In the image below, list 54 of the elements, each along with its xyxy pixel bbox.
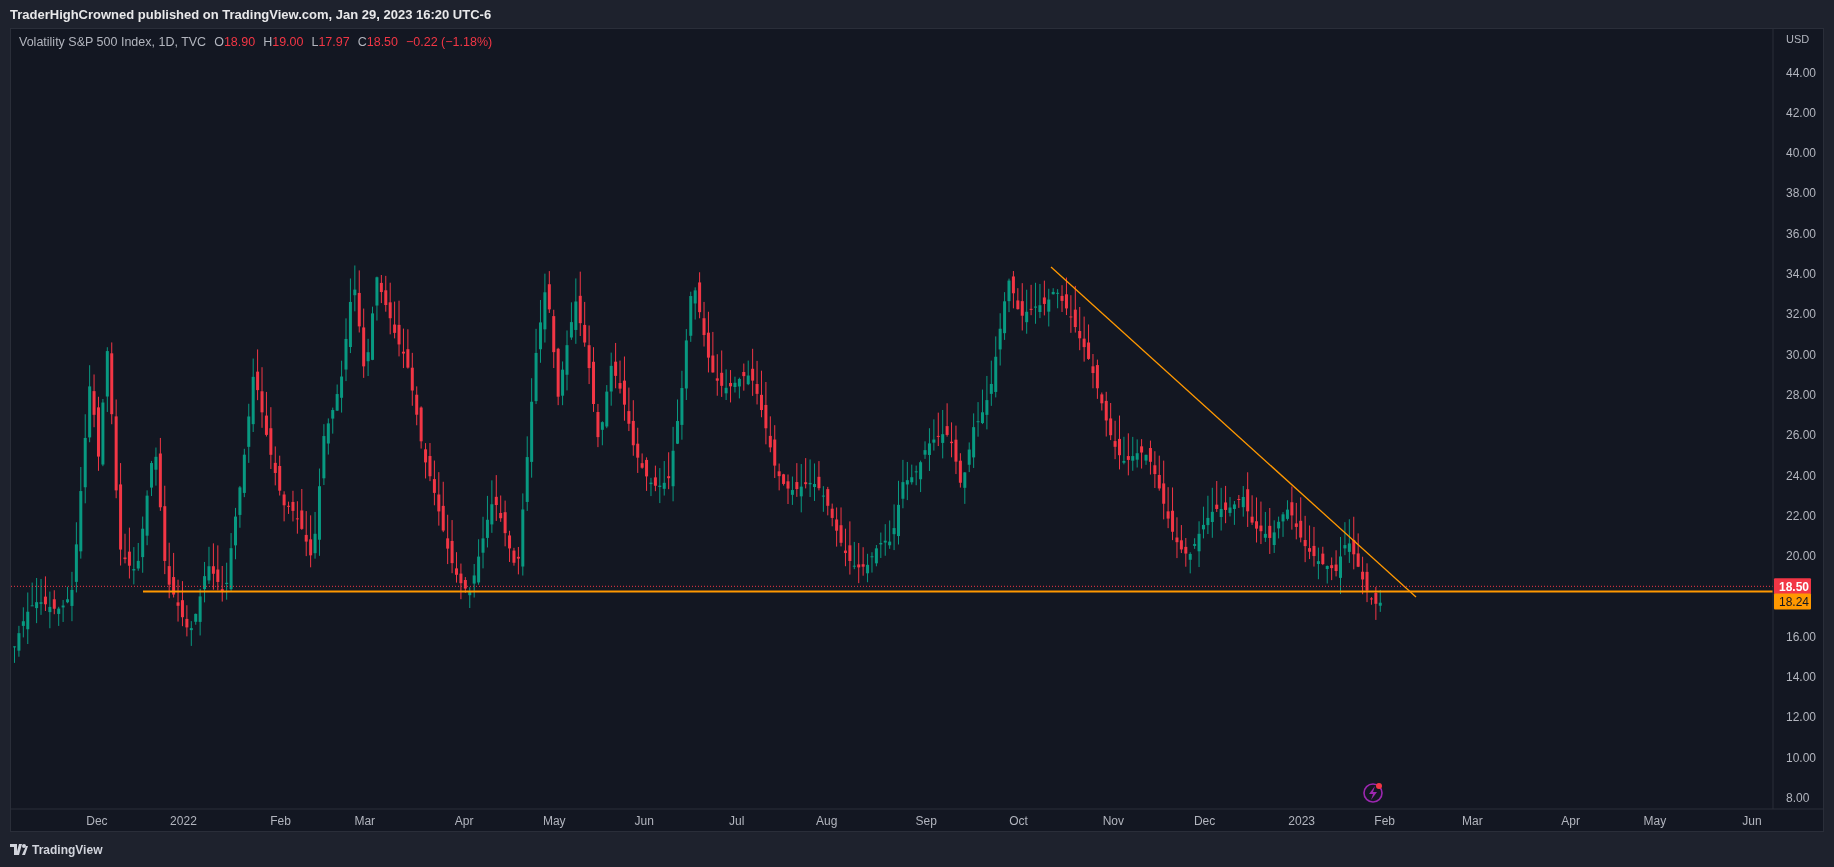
ohlc-value: 18.50 [366, 35, 398, 49]
ohlc-label: H [263, 35, 273, 49]
price-tick: 8.00 [1786, 790, 1810, 805]
brand-name: TradingView [32, 842, 103, 857]
time-tick: Jul [729, 814, 745, 828]
price-tick: 28.00 [1786, 387, 1817, 402]
logo-icon [10, 844, 28, 855]
publish-info: TraderHighCrowned published on TradingView.com, Jan 29, 2023 16:20 UTC-6 [10, 6, 492, 22]
time-tick: Oct [1009, 814, 1028, 828]
time-tick: May [542, 814, 566, 828]
time-tick: Sep [915, 814, 937, 828]
price-tick: 16.00 [1786, 629, 1817, 644]
time-tick: Dec [1193, 814, 1216, 828]
ohlc-label: O [214, 35, 224, 49]
price-tick: 22.00 [1786, 508, 1817, 523]
price-tick: 34.00 [1786, 267, 1817, 281]
ohlc-label: L [311, 35, 319, 49]
price-tick: 42.00 [1786, 105, 1817, 120]
last-price-tag: 18.50 [1774, 578, 1811, 595]
time-tick: Apr [454, 814, 474, 828]
time-tick: Mar [1462, 814, 1483, 828]
price-tick: 26.00 [1786, 428, 1817, 443]
ohlc-value: 18.90 [223, 35, 256, 49]
price-change: −0.22 (−1.18%) [406, 35, 493, 49]
trend-line[interactable] [1050, 266, 1417, 598]
price-tick: 10.00 [1786, 750, 1817, 765]
time-tick: Jun [634, 814, 654, 828]
price-tick: 38.00 [1786, 186, 1817, 201]
symbol-title: Volatility S&P 500 Index, 1D, TVC [19, 35, 207, 49]
lightning-icon[interactable] [1363, 783, 1383, 803]
time-tick: Nov [1102, 814, 1124, 828]
ohlc-value: 19.00 [272, 35, 304, 49]
price-tick: 14.00 [1786, 670, 1817, 684]
time-tick: Feb [270, 814, 291, 828]
price-tick: 12.00 [1786, 710, 1817, 725]
time-tick: Feb [1374, 814, 1396, 828]
time-tick: Jun [1742, 814, 1762, 828]
time-tick: Apr [1561, 814, 1580, 828]
price-tick: 36.00 [1786, 226, 1817, 241]
time-tick: 2023 [1288, 814, 1315, 828]
price-tick: 20.00 [1786, 549, 1817, 564]
time-tick: Dec [86, 814, 108, 828]
price-tick: 44.00 [1786, 65, 1817, 80]
ohlc-value: 17.97 [318, 35, 350, 49]
price-tick: 40.00 [1786, 146, 1817, 161]
price-tick: 30.00 [1786, 347, 1817, 362]
price-tick: 32.00 [1786, 307, 1817, 322]
time-tick: Mar [354, 814, 376, 828]
price-tick: 24.00 [1786, 468, 1817, 483]
time-tick: Aug [816, 814, 838, 828]
ohlc-label: C [357, 35, 367, 49]
time-tick: 2022 [170, 814, 197, 828]
currency-label: USD [1786, 33, 1810, 45]
time-tick: May [1643, 814, 1667, 828]
